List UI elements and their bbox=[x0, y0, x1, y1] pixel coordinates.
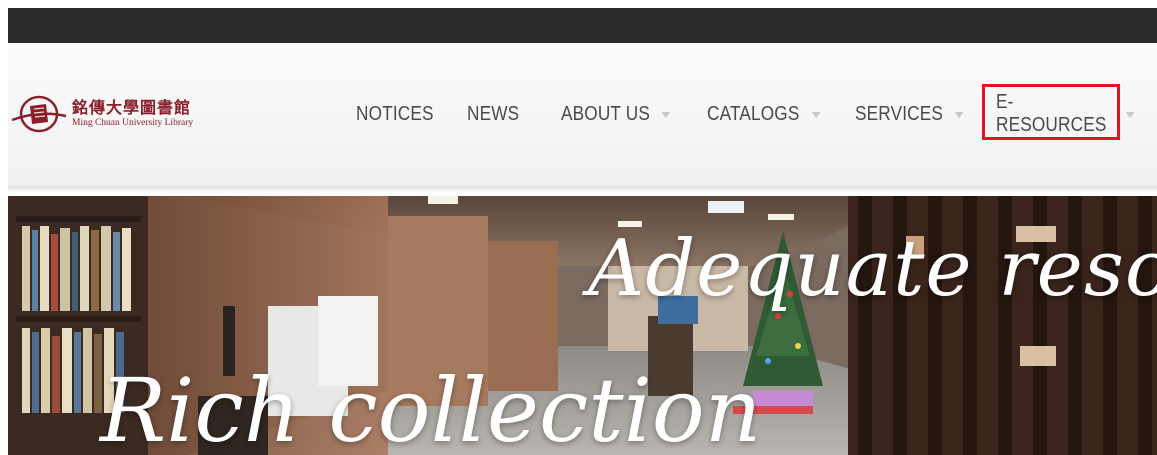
top-bar bbox=[8, 8, 1157, 43]
chevron-down-icon bbox=[1125, 112, 1135, 118]
library-emblem-icon bbox=[10, 92, 68, 136]
nav-news-label: NEWS bbox=[467, 102, 520, 125]
logo-text: 銘傳大學圖書館 Ming Chuan University Library bbox=[72, 97, 194, 129]
navbar-divider bbox=[8, 186, 1157, 192]
chevron-down-icon bbox=[811, 112, 821, 118]
nav-about-us-label: ABOUT US bbox=[561, 102, 650, 125]
nav-notices-label: NOTICES bbox=[356, 102, 434, 125]
nav-notices[interactable]: NOTICES bbox=[356, 102, 434, 126]
hero-caption-top: Adequate reso bbox=[588, 224, 1157, 314]
nav-about-us[interactable]: ABOUT US bbox=[561, 102, 671, 126]
nav-services[interactable]: SERVICES bbox=[855, 102, 964, 126]
chevron-down-icon bbox=[955, 112, 964, 118]
logo-chinese-name: 銘傳大學圖書館 bbox=[72, 97, 192, 117]
hero-caption-bottom: Rich collection bbox=[100, 359, 762, 455]
logo-english-name: Ming Chuan University Library bbox=[72, 117, 194, 128]
nav-catalogs[interactable]: CATALOGS bbox=[707, 102, 821, 126]
site-logo[interactable]: 銘傳大學圖書館 Ming Chuan University Library bbox=[10, 92, 193, 136]
chevron-down-icon bbox=[662, 112, 671, 118]
nav-news[interactable]: NEWS bbox=[467, 102, 519, 126]
hero-banner: Adequate reso Rich collection bbox=[8, 196, 1157, 455]
nav-services-label: SERVICES bbox=[855, 102, 944, 125]
e-resources-highlight-box bbox=[982, 84, 1120, 140]
nav-catalogs-label: CATALOGS bbox=[707, 102, 800, 125]
